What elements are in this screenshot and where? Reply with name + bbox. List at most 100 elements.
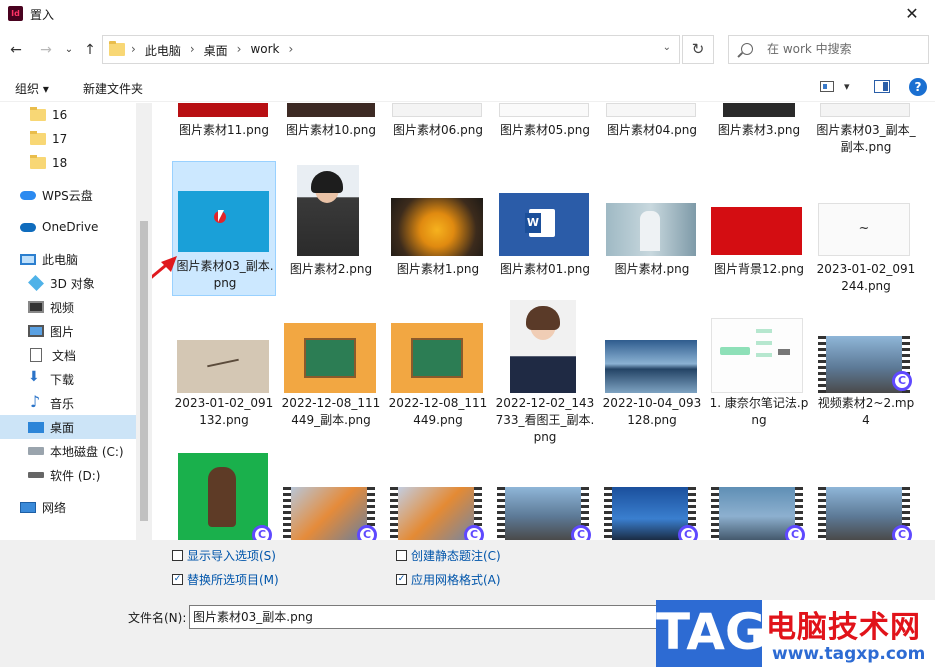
replace-selected-checkbox[interactable]: ✓ 替换所选项目(M) [172, 571, 279, 588]
back-button[interactable]: ← [6, 40, 26, 60]
breadcrumb-separator: › [288, 42, 294, 56]
new-folder-button[interactable]: 新建文件夹 [83, 80, 143, 97]
sidebar-item-16[interactable]: 16 [0, 103, 136, 127]
up-button[interactable]: ↑ [80, 40, 100, 60]
file-item[interactable]: C [707, 487, 811, 540]
sidebar-item-music[interactable]: 音乐 [0, 391, 136, 415]
app-badge-icon: C [571, 525, 591, 540]
sidebar-item-onedrive[interactable]: OneDrive [0, 215, 136, 239]
onedrive-icon [20, 222, 36, 232]
sidebar-item-network[interactable]: 网络 [0, 495, 136, 519]
annotation-arrow [152, 256, 177, 279]
file-item[interactable]: C 视频素材2~2.mp4 [814, 298, 918, 433]
file-item[interactable]: ~ 2023-01-02_091244.png [814, 161, 918, 296]
breadcrumb-separator: › [236, 42, 242, 56]
file-item[interactable]: W 图片素材01.png [493, 161, 597, 281]
apply-grid-format-checkbox[interactable]: ✓ 应用网格格式(A) [396, 571, 501, 588]
search-input[interactable] [767, 42, 917, 56]
file-item[interactable]: C [279, 487, 383, 540]
create-static-caption-checkbox[interactable]: 创建静态题注(C) [396, 547, 501, 564]
checkbox-label: 应用网格格式(A) [411, 573, 501, 587]
sidebar-item-17[interactable]: 17 [0, 127, 136, 151]
sidebar-item-label: WPS云盘 [42, 188, 93, 203]
title-bar: Id 置入 ✕ [0, 0, 935, 30]
file-item[interactable]: 图片素材1.png [386, 161, 490, 281]
sidebar-item-downloads[interactable]: 下载 [0, 367, 136, 391]
sidebar-item-this-pc[interactable]: 此电脑 [0, 247, 136, 271]
breadcrumb-separator: › [131, 42, 136, 56]
file-item[interactable]: 2023-01-02_091132.png [172, 298, 276, 433]
change-view-icon[interactable] [820, 81, 834, 92]
help-icon[interactable]: ? [909, 78, 927, 96]
sidebar-item-pictures[interactable]: 图片 [0, 319, 136, 343]
organize-button[interactable]: 组织 ▾ [15, 80, 49, 97]
sidebar-item-desktop[interactable]: 桌面 [0, 415, 136, 439]
file-item[interactable]: 2022-12-02_143733_看图王_副本.png [493, 298, 597, 444]
checkbox-checked[interactable]: ✓ [396, 574, 407, 585]
image-thumbnail [510, 300, 576, 393]
file-name: 2023-01-02_091244.png [816, 262, 916, 293]
file-item[interactable]: C [600, 487, 704, 540]
sidebar-scrollbar-thumb[interactable] [140, 221, 148, 521]
file-name: 图片素材06.png [393, 123, 483, 137]
image-thumbnail [178, 191, 269, 252]
address-dropdown-button[interactable]: ⌄ [663, 42, 671, 53]
view-options-dropdown[interactable]: ▾ [844, 80, 850, 93]
sidebar-scrollbar[interactable] [136, 103, 152, 540]
breadcrumb-work[interactable]: work [250, 42, 279, 59]
file-item[interactable]: C [386, 487, 490, 540]
sidebar-item-18[interactable]: 18 [0, 151, 136, 175]
file-name: 图片素材3.png [717, 123, 801, 137]
sidebar-item-wps-cloud[interactable]: WPS云盘 [0, 183, 136, 207]
file-item[interactable]: 图片素材.png [600, 161, 704, 281]
image-thumbnail [391, 198, 483, 256]
file-item[interactable]: 图片素材06.png [386, 103, 490, 143]
filename-input[interactable]: 图片素材03_副本.png [189, 605, 679, 629]
file-item[interactable]: 2022-12-08_111449_副本.png [279, 298, 383, 433]
file-item[interactable]: 图片素材3.png [707, 103, 811, 143]
checkbox-label: 创建静态题注(C) [411, 549, 501, 563]
file-item[interactable]: 图片素材10.png [279, 103, 383, 143]
mindmap-thumbnail [711, 318, 803, 393]
file-item[interactable]: C [493, 487, 597, 540]
image-thumbnail [499, 103, 589, 117]
file-item[interactable]: 2022-10-04_093128.png [600, 298, 704, 433]
sidebar-item-documents[interactable]: 文档 [0, 343, 136, 367]
file-item[interactable]: 图片素材03_副本_副本.png [814, 103, 918, 159]
breadcrumb-this-pc[interactable]: 此电脑 [145, 42, 181, 59]
refresh-button[interactable]: ↻ [682, 35, 714, 64]
preview-pane-icon[interactable] [874, 80, 890, 93]
sidebar-item-label: 音乐 [50, 396, 75, 411]
sidebar-item-3d-objects[interactable]: 3D 对象 [0, 271, 136, 295]
file-item[interactable]: C [814, 487, 918, 540]
file-item[interactable]: 图片素材11.png [172, 103, 276, 143]
file-item[interactable]: C [172, 453, 276, 540]
file-item[interactable]: 2022-12-08_111449.png [386, 298, 490, 433]
forward-button[interactable]: → [36, 40, 56, 60]
breadcrumb-desktop[interactable]: 桌面 [204, 42, 228, 59]
sidebar-item-videos[interactable]: 视频 [0, 295, 136, 319]
sidebar-item-drive-c[interactable]: 本地磁盘 (C:) [0, 439, 136, 463]
checkbox-unchecked[interactable] [172, 550, 183, 561]
file-item[interactable]: 图片背景12.png [707, 161, 811, 281]
3d-objects-icon [28, 275, 44, 291]
sidebar-item-drive-d[interactable]: 软件 (D:) [0, 463, 136, 487]
file-item[interactable]: 图片素材2.png [279, 161, 383, 281]
image-thumbnail [723, 103, 795, 117]
image-thumbnail [606, 203, 696, 256]
file-name: 2022-12-08_111449_副本.png [281, 396, 381, 427]
file-item[interactable]: 1. 康奈尔笔记法.png [707, 298, 811, 433]
checkbox-unchecked[interactable] [396, 550, 407, 561]
sidebar-item-label: 视频 [50, 300, 75, 315]
file-name: 2022-12-08_111449.png [388, 396, 488, 427]
recent-locations-button[interactable]: ⌄ [59, 40, 79, 60]
app-badge-icon: C [252, 525, 272, 540]
address-bar[interactable]: › 此电脑 › 桌面 › work › ⌄ [102, 35, 680, 64]
checkbox-checked[interactable]: ✓ [172, 574, 183, 585]
file-item[interactable]: 图片素材05.png [493, 103, 597, 143]
show-import-options-checkbox[interactable]: 显示导入选项(S) [172, 547, 276, 564]
search-box[interactable] [728, 35, 929, 64]
close-button[interactable]: ✕ [889, 0, 935, 30]
file-item[interactable]: 图片素材04.png [600, 103, 704, 143]
file-item-selected[interactable]: 图片素材03_副本.png [172, 161, 276, 296]
